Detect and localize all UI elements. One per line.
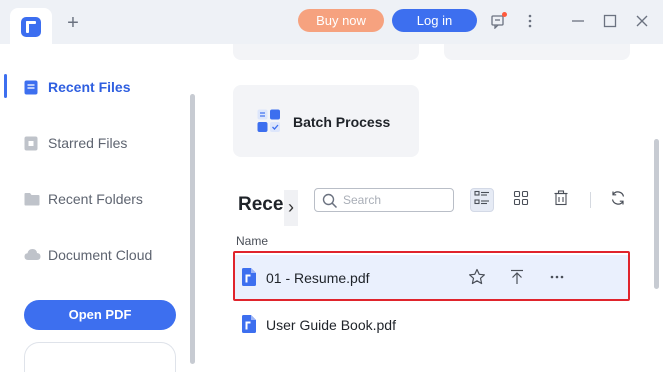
title-bar: + Buy now Log in	[0, 0, 663, 44]
delete-button[interactable]	[549, 188, 573, 212]
refresh-icon	[610, 190, 626, 211]
batch-process-label: Batch Process	[293, 114, 391, 130]
star-icon[interactable]	[467, 267, 487, 287]
buy-now-button[interactable]: Buy now	[298, 9, 384, 32]
sidebar-item-recent-folders[interactable]: Recent Folders	[0, 179, 188, 219]
secondary-button-partial[interactable]	[24, 342, 176, 372]
sidebar-item-document-cloud[interactable]: Document Cloud	[0, 235, 188, 275]
log-in-button[interactable]: Log in	[392, 9, 477, 32]
recent-files-icon	[24, 80, 40, 95]
new-tab-button[interactable]: +	[62, 12, 84, 34]
feedback-icon[interactable]	[488, 11, 508, 31]
sidebar-item-starred-files[interactable]: Starred Files	[0, 123, 188, 163]
file-row[interactable]: User Guide Book.pdf	[233, 302, 629, 346]
pdf-file-icon	[242, 315, 256, 333]
tool-card-partial[interactable]	[444, 44, 630, 60]
folder-icon	[24, 192, 40, 206]
file-row[interactable]: 01 - Resume.pdf	[233, 255, 629, 299]
minimize-icon[interactable]	[568, 11, 588, 31]
cloud-icon	[24, 248, 41, 262]
sidebar-scrollbar[interactable]	[190, 94, 195, 364]
sidebar-item-label: Starred Files	[48, 135, 128, 151]
notification-dot	[502, 12, 507, 17]
sidebar-item-recent-files[interactable]: Recent Files	[0, 67, 188, 107]
file-name: User Guide Book.pdf	[266, 317, 396, 333]
trash-icon	[553, 189, 569, 211]
more-vertical-icon[interactable]	[520, 11, 540, 31]
main-scrollbar[interactable]	[654, 139, 659, 289]
sidebar-item-label: Document Cloud	[48, 247, 153, 263]
more-horizontal-icon[interactable]	[547, 267, 567, 287]
app-home-tab[interactable]	[10, 8, 52, 44]
app-logo-icon	[21, 17, 41, 37]
close-icon[interactable]	[632, 11, 652, 31]
open-pdf-button[interactable]: Open PDF	[24, 300, 176, 330]
refresh-button[interactable]	[606, 188, 630, 212]
toolbar-divider	[590, 192, 591, 208]
pdf-file-icon	[242, 268, 256, 286]
batch-process-card[interactable]: Batch Process	[233, 85, 419, 157]
search-icon	[322, 193, 338, 209]
sidebar-item-label: Recent Folders	[48, 191, 143, 207]
sidebar-item-label: Recent Files	[48, 79, 131, 95]
search-input[interactable]	[343, 192, 449, 208]
batch-process-icon	[257, 109, 281, 133]
star-file-icon	[24, 136, 40, 151]
main-panel: Batch Process Recent › Name 01 - Resume	[200, 44, 663, 382]
file-name: 01 - Resume.pdf	[266, 270, 370, 286]
sidebar: Recent Files Starred Files Recent Folder…	[0, 44, 200, 382]
tool-card-partial[interactable]	[233, 44, 419, 60]
list-view-button[interactable]	[470, 188, 494, 212]
recent-heading: Recent	[238, 194, 286, 215]
chevron-right-icon[interactable]: ›	[284, 190, 298, 226]
upload-icon[interactable]	[507, 267, 527, 287]
maximize-icon[interactable]	[600, 11, 620, 31]
search-field[interactable]	[314, 188, 454, 212]
list-view-icon	[474, 190, 490, 211]
grid-view-icon	[513, 190, 529, 211]
grid-view-button[interactable]	[509, 188, 533, 212]
name-column-header[interactable]: Name	[236, 234, 268, 248]
